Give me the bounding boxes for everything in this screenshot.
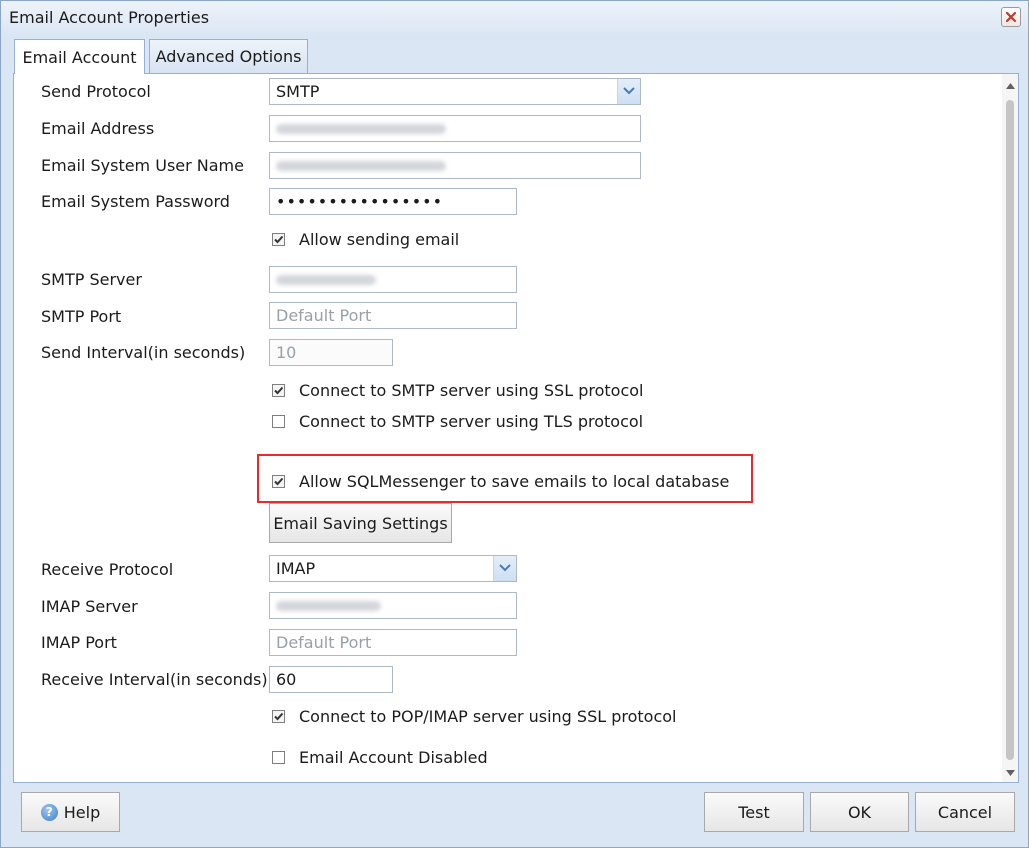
smtp-port-label: SMTP Port bbox=[41, 307, 122, 326]
email-address-label: Email Address bbox=[41, 119, 155, 138]
window-title: Email Account Properties bbox=[9, 8, 210, 27]
email-address-field[interactable] bbox=[269, 115, 641, 142]
email-account-panel: Send Protocol SMTP Email Address Email S… bbox=[13, 73, 1019, 783]
smtp-tls-checkbox-row[interactable]: Connect to SMTP server using TLS protoco… bbox=[272, 412, 643, 431]
smtp-port-field[interactable]: Default Port bbox=[269, 302, 517, 329]
user-name-field[interactable] bbox=[269, 152, 641, 179]
imap-port-label: IMAP Port bbox=[41, 633, 117, 652]
save-local-checkbox[interactable] bbox=[272, 475, 285, 488]
send-interval-label: Send Interval(in seconds) bbox=[41, 343, 246, 362]
receive-interval-field[interactable]: 60 bbox=[269, 666, 393, 693]
imap-ssl-label: Connect to POP/IMAP server using SSL pro… bbox=[299, 707, 677, 726]
title-bar: Email Account Properties bbox=[1, 1, 1028, 35]
allow-sending-checkbox-row[interactable]: Allow sending email bbox=[272, 230, 459, 249]
send-protocol-select[interactable]: SMTP bbox=[269, 78, 641, 105]
send-protocol-label: Send Protocol bbox=[41, 82, 151, 101]
redacted-value bbox=[276, 274, 376, 285]
checkmark-icon bbox=[274, 235, 284, 244]
account-disabled-label: Email Account Disabled bbox=[299, 748, 488, 767]
imap-server-label: IMAP Server bbox=[41, 597, 138, 616]
close-icon bbox=[1005, 11, 1017, 23]
scroll-up-icon[interactable] bbox=[1006, 83, 1015, 89]
smtp-server-field[interactable] bbox=[269, 266, 517, 293]
account-disabled-checkbox[interactable] bbox=[272, 751, 285, 764]
smtp-ssl-checkbox[interactable] bbox=[272, 384, 285, 397]
tab-email-account[interactable]: Email Account bbox=[14, 39, 145, 74]
test-button[interactable]: Test bbox=[704, 792, 804, 832]
cancel-button[interactable]: Cancel bbox=[915, 792, 1015, 832]
close-button[interactable] bbox=[1001, 7, 1021, 27]
account-disabled-checkbox-row[interactable]: Email Account Disabled bbox=[272, 748, 488, 767]
allow-sending-label: Allow sending email bbox=[299, 230, 460, 249]
user-name-label: Email System User Name bbox=[41, 156, 244, 175]
checkmark-icon bbox=[274, 712, 284, 721]
send-protocol-value: SMTP bbox=[276, 82, 320, 101]
smtp-tls-checkbox[interactable] bbox=[272, 415, 285, 428]
smtp-ssl-label: Connect to SMTP server using SSL protoco… bbox=[299, 381, 644, 400]
checkmark-icon bbox=[274, 386, 284, 395]
send-interval-field[interactable]: 10 bbox=[269, 339, 393, 366]
redacted-value bbox=[276, 123, 446, 134]
help-icon: ? bbox=[40, 803, 58, 821]
help-label: Help bbox=[63, 802, 101, 822]
scrollbar-thumb[interactable] bbox=[1006, 100, 1014, 760]
vertical-scrollbar[interactable] bbox=[1002, 74, 1018, 782]
tab-advanced-options[interactable]: Advanced Options bbox=[149, 39, 308, 73]
receive-protocol-select[interactable]: IMAP bbox=[269, 555, 517, 582]
save-local-checkbox-row[interactable]: Allow SQLMessenger to save emails to loc… bbox=[272, 472, 729, 491]
imap-server-field[interactable] bbox=[269, 592, 517, 619]
imap-ssl-checkbox[interactable] bbox=[272, 710, 285, 723]
redacted-value bbox=[276, 600, 381, 611]
chevron-down-icon bbox=[617, 79, 640, 104]
allow-sending-checkbox[interactable] bbox=[272, 233, 285, 246]
save-local-label: Allow SQLMessenger to save emails to loc… bbox=[299, 472, 730, 491]
chevron-down-icon bbox=[493, 556, 516, 581]
receive-protocol-label: Receive Protocol bbox=[41, 560, 174, 579]
imap-ssl-checkbox-row[interactable]: Connect to POP/IMAP server using SSL pro… bbox=[272, 707, 677, 726]
password-field[interactable]: •••••••••••••••• bbox=[269, 188, 517, 215]
receive-interval-label: Receive Interval(in seconds) bbox=[41, 670, 268, 689]
email-account-properties-dialog: Email Account Properties Email Account A… bbox=[0, 0, 1029, 848]
password-label: Email System Password bbox=[41, 192, 230, 211]
help-button[interactable]: ? Help bbox=[21, 792, 120, 832]
ok-button[interactable]: OK bbox=[810, 792, 909, 832]
receive-protocol-value: IMAP bbox=[276, 559, 316, 578]
redacted-value bbox=[276, 160, 446, 171]
imap-port-field[interactable]: Default Port bbox=[269, 629, 517, 656]
scroll-down-icon[interactable] bbox=[1006, 770, 1015, 776]
email-saving-settings-button[interactable]: Email Saving Settings bbox=[269, 503, 452, 543]
smtp-tls-label: Connect to SMTP server using TLS protoco… bbox=[299, 412, 644, 431]
checkmark-icon bbox=[274, 477, 284, 486]
smtp-ssl-checkbox-row[interactable]: Connect to SMTP server using SSL protoco… bbox=[272, 381, 643, 400]
smtp-server-label: SMTP Server bbox=[41, 270, 142, 289]
